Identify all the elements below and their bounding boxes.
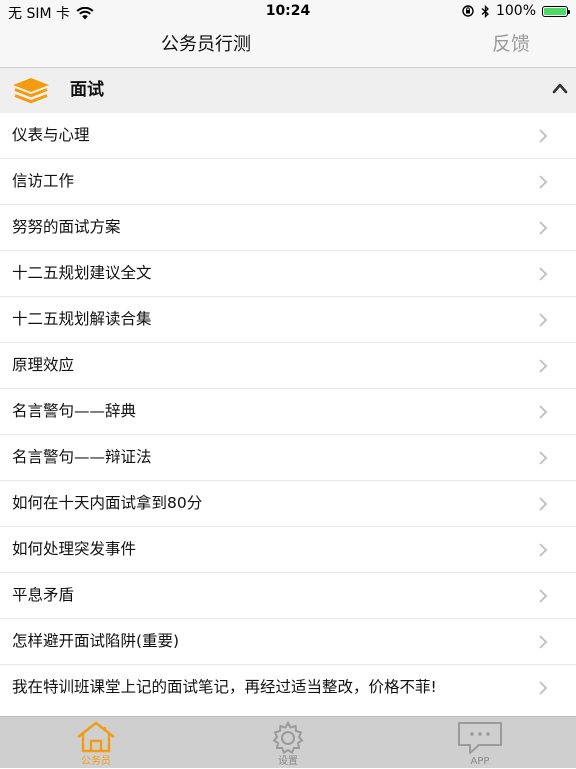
chevron-right-icon — [539, 313, 548, 327]
list-item-label: 名言警句——辩证法 — [12, 448, 152, 466]
feedback-button[interactable]: 反馈 — [492, 22, 530, 67]
home-icon — [77, 721, 115, 753]
list-item-label: 平息矛盾 — [12, 586, 75, 604]
section-title: 面试 — [70, 80, 104, 100]
list-item-label: 十二五规划解读合集 — [12, 310, 152, 328]
list-item-label: 十二五规划建议全文 — [12, 264, 152, 282]
chevron-right-icon — [539, 129, 548, 143]
status-right: 100% — [461, 3, 570, 19]
chevron-right-icon — [539, 635, 548, 649]
list-item-label: 我在特训班课堂上记的面试笔记，再经过适当整改，价格不菲! — [12, 678, 437, 696]
page-title: 公务员行测 — [161, 34, 251, 55]
list-item[interactable]: 怎样避开面试陷阱(重要) — [0, 619, 576, 665]
battery-fill — [544, 7, 566, 15]
chevron-right-icon — [539, 359, 548, 373]
list-item[interactable]: 信访工作 — [0, 159, 576, 205]
list-item-label: 如何在十天内面试拿到80分 — [12, 494, 203, 512]
list-item-label: 努努的面试方案 — [12, 218, 121, 236]
layers-icon — [13, 78, 49, 104]
navigation-bar: 公务员行测 反馈 — [0, 22, 576, 68]
list-item[interactable]: 原理效应 — [0, 343, 576, 389]
status-bar: 无 SIM 卡 10:24 100% — [0, 0, 576, 22]
bluetooth-icon — [481, 4, 489, 18]
chevron-right-icon — [539, 451, 548, 465]
list-item[interactable]: 平息矛盾 — [0, 573, 576, 619]
chevron-right-icon — [539, 221, 548, 235]
chevron-right-icon — [539, 175, 548, 189]
battery-percent: 100% — [495, 3, 536, 19]
list-item[interactable]: 名言警句——辩证法 — [0, 435, 576, 481]
chat-bubble-icon — [458, 722, 502, 754]
tab-app[interactable]: APP — [384, 717, 576, 769]
section-header-interview[interactable]: 面试 — [0, 68, 576, 113]
list-item-label: 名言警句——辞典 — [12, 402, 137, 420]
tab-label: APP — [470, 756, 490, 767]
tab-label: 设置 — [278, 756, 298, 767]
battery-icon — [542, 5, 570, 17]
list-item-label: 仪表与心理 — [12, 126, 90, 144]
chevron-right-icon — [539, 589, 548, 603]
chevron-right-icon — [539, 267, 548, 281]
list-item[interactable]: 努努的面试方案 — [0, 205, 576, 251]
list-item[interactable]: 如何在十天内面试拿到80分 — [0, 481, 576, 527]
chevron-right-icon — [539, 681, 548, 695]
chevron-right-icon — [539, 497, 548, 511]
tab-settings[interactable]: 设置 — [192, 717, 384, 769]
list-item[interactable]: 仪表与心理 — [0, 113, 576, 159]
tab-civil-servant[interactable]: 公务员 — [0, 717, 192, 769]
chevron-up-icon[interactable] — [552, 82, 568, 94]
article-list: 仪表与心理信访工作努努的面试方案十二五规划建议全文 十二五规划解读合集 原理效应名言… — [0, 113, 576, 710]
list-item[interactable]: 如何处理突发事件 — [0, 527, 576, 573]
chevron-right-icon — [539, 543, 548, 557]
list-item[interactable]: 名言警句——辞典 — [0, 389, 576, 435]
list-item-label: 如何处理突发事件 — [12, 540, 137, 558]
gear-icon — [272, 721, 304, 754]
tab-bar: 公务员 设置 APP — [0, 716, 576, 768]
list-item[interactable]: 我在特训班课堂上记的面试笔记，再经过适当整改，价格不菲! — [0, 665, 576, 710]
list-item-label: 怎样避开面试陷阱(重要) — [12, 632, 180, 650]
list-item[interactable]: 十二五规划建议全文 — [0, 251, 576, 297]
orientation-lock-icon — [462, 5, 474, 17]
tab-label: 公务员 — [81, 756, 111, 767]
list-item[interactable]: 十二五规划解读合集 — [0, 297, 576, 343]
list-item-label: 原理效应 — [12, 356, 75, 374]
chevron-right-icon — [539, 405, 548, 419]
list-item-label: 信访工作 — [12, 172, 75, 190]
